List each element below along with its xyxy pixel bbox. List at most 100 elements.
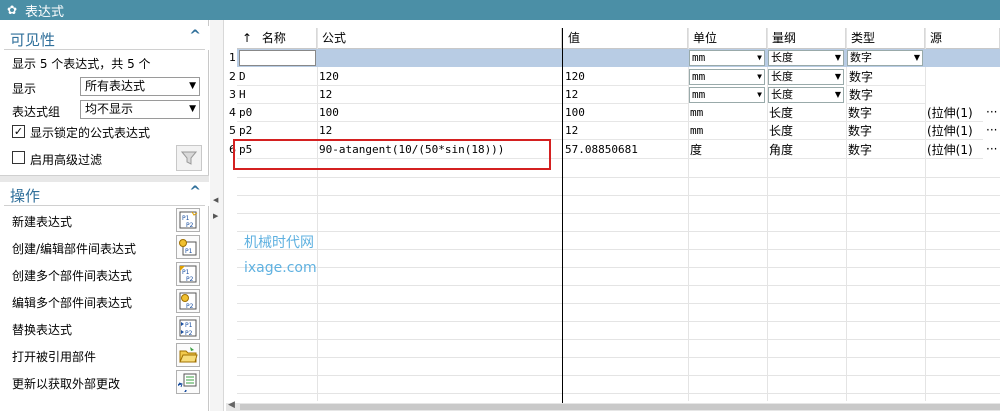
grid-line: [237, 231, 1000, 232]
unit-select[interactable]: mm ▼: [689, 87, 765, 103]
more-icon[interactable]: ···: [986, 123, 997, 137]
horizontal-scrollbar[interactable]: ◀: [226, 400, 1000, 411]
column-header-type[interactable]: 类型: [846, 28, 925, 49]
advanced-filter-checkbox[interactable]: [12, 151, 25, 164]
cell-formula[interactable]: 12: [317, 122, 562, 140]
column-header-label: 单位: [693, 31, 718, 45]
dropdown-arrow-icon: ▼: [757, 72, 762, 81]
column-header-formula[interactable]: 公式: [317, 28, 562, 49]
grid-line: [237, 249, 1000, 250]
operation-label: 替换表达式: [12, 323, 73, 337]
update-external-button[interactable]: 更新以获取外部更改: [0, 369, 209, 396]
column-header-name[interactable]: ↑ 名称: [237, 28, 317, 49]
new-expression-button[interactable]: 新建表达式 P1 P2: [0, 207, 209, 234]
group-select-value: 均不显示: [85, 102, 134, 116]
show-select[interactable]: 所有表达式 ▼: [80, 77, 200, 96]
cell-type: 数字: [846, 141, 925, 159]
cell-formula[interactable]: 120: [317, 68, 562, 86]
more-icon[interactable]: ···: [986, 105, 997, 119]
cell-name[interactable]: p0: [237, 104, 317, 122]
cell-value: 12: [563, 122, 688, 140]
grid-line: [237, 375, 1000, 376]
svg-text:P1: P1: [185, 322, 193, 329]
dropdown-arrow-icon: ▼: [834, 72, 841, 81]
cell-type: 数字: [847, 68, 925, 86]
multi-interpart-create-button[interactable]: 创建多个部件间表达式 P1 P2: [0, 261, 209, 288]
column-header-value[interactable]: 值: [563, 28, 688, 49]
visibility-section-header[interactable]: 可见性 ^: [0, 26, 209, 50]
unit-select[interactable]: mm ▼: [689, 69, 765, 85]
operation-label: 更新以获取外部更改: [12, 377, 121, 391]
chevron-up-icon[interactable]: ^: [189, 184, 201, 200]
cell-name[interactable]: p2: [237, 122, 317, 140]
svg-text:P2: P2: [186, 222, 194, 229]
panel-splitter[interactable]: ◀ ▶: [210, 20, 224, 411]
column-header-unit[interactable]: 单位: [688, 28, 767, 49]
row-number: 2: [229, 70, 236, 83]
watermark-line2: ixage.com: [244, 260, 317, 276]
replace-expression-button[interactable]: 替换表达式 P1 P2: [0, 315, 209, 342]
title-bar: ✿ 表达式: [0, 0, 1000, 20]
svg-text:P2: P2: [186, 276, 194, 283]
watermark-line1: 机械时代网: [244, 235, 314, 251]
dropdown-arrow-icon: ▼: [913, 53, 920, 62]
sort-ascending-icon[interactable]: ↑: [242, 31, 252, 45]
expand-right-icon[interactable]: ▶: [213, 212, 218, 220]
row-number: 1: [229, 51, 236, 64]
locked-formula-checkbox[interactable]: ✓: [12, 125, 25, 138]
cell-value: 100: [563, 104, 688, 122]
svg-text:P1: P1: [182, 215, 190, 222]
operation-label: 新建表达式: [12, 215, 73, 229]
update-external-icon: [176, 370, 200, 394]
interpart-edit-button[interactable]: 创建/编辑部件间表达式 P1: [0, 234, 209, 261]
scroll-left-icon[interactable]: ◀: [228, 400, 235, 410]
grid-line: [237, 393, 1000, 394]
column-header-label: 值: [568, 31, 581, 45]
scrollbar-thumb[interactable]: [240, 404, 1000, 410]
left-panel: 可见性 ^ 显示 5 个表达式，共 5 个 显示 所有表达式 ▼ 表达式组 均不…: [0, 20, 209, 411]
svg-text:P1: P1: [182, 269, 190, 276]
column-header-dimension[interactable]: 量纲: [767, 28, 846, 49]
multi-interpart-edit-button[interactable]: 编辑多个部件间表达式 P2: [0, 288, 209, 315]
cell-formula[interactable]: 100: [317, 104, 562, 122]
dropdown-arrow-icon: ▼: [757, 90, 762, 99]
dimension-select[interactable]: 长度 ▼: [768, 69, 844, 85]
cell-type: 数字: [846, 122, 925, 140]
dimension-select[interactable]: 长度 ▼: [768, 50, 844, 66]
dimension-select-value: 长度: [771, 51, 793, 64]
replace-expression-icon: P1 P2: [176, 316, 200, 340]
cell-value: 120: [563, 68, 688, 86]
column-divider[interactable]: [562, 28, 563, 403]
operations-section-header[interactable]: 操作 ^: [0, 182, 209, 206]
grid-line: [237, 321, 1000, 322]
highlight-box: [233, 139, 551, 170]
cell-formula[interactable]: 12: [317, 86, 562, 104]
filter-button[interactable]: [176, 145, 202, 171]
row-number: 4: [229, 106, 236, 119]
unit-select-value: mm: [692, 51, 706, 64]
dropdown-arrow-icon: ▼: [834, 90, 841, 99]
operation-label: 打开被引用部件: [12, 350, 97, 364]
type-select[interactable]: 数字 ▼: [847, 50, 923, 66]
open-folder-icon: [176, 343, 200, 367]
locked-formula-label: 显示锁定的公式表达式: [30, 126, 151, 140]
grid-line: [237, 303, 1000, 304]
operation-label: 编辑多个部件间表达式: [12, 296, 133, 310]
grid-line: [237, 267, 1000, 268]
new-name-input[interactable]: [239, 50, 316, 66]
dimension-select[interactable]: 长度 ▼: [768, 87, 844, 103]
unit-select[interactable]: mm ▼: [689, 50, 765, 66]
gear-icon[interactable]: ✿: [5, 3, 19, 17]
group-select[interactable]: 均不显示 ▼: [80, 100, 200, 119]
more-icon[interactable]: ···: [986, 142, 997, 156]
collapse-left-icon[interactable]: ◀: [213, 196, 218, 204]
chevron-up-icon[interactable]: ^: [189, 28, 201, 44]
cell-name[interactable]: D: [237, 68, 317, 86]
show-select-value: 所有表达式: [85, 79, 146, 93]
open-referenced-part-button[interactable]: 打开被引用部件: [0, 342, 209, 369]
cell-name[interactable]: H: [237, 86, 317, 104]
operation-label: 创建多个部件间表达式: [12, 269, 133, 283]
cell-unit: 度: [688, 141, 767, 159]
column-header-source[interactable]: 源: [925, 28, 1000, 49]
interpart-edit-icon: P1: [176, 235, 200, 259]
